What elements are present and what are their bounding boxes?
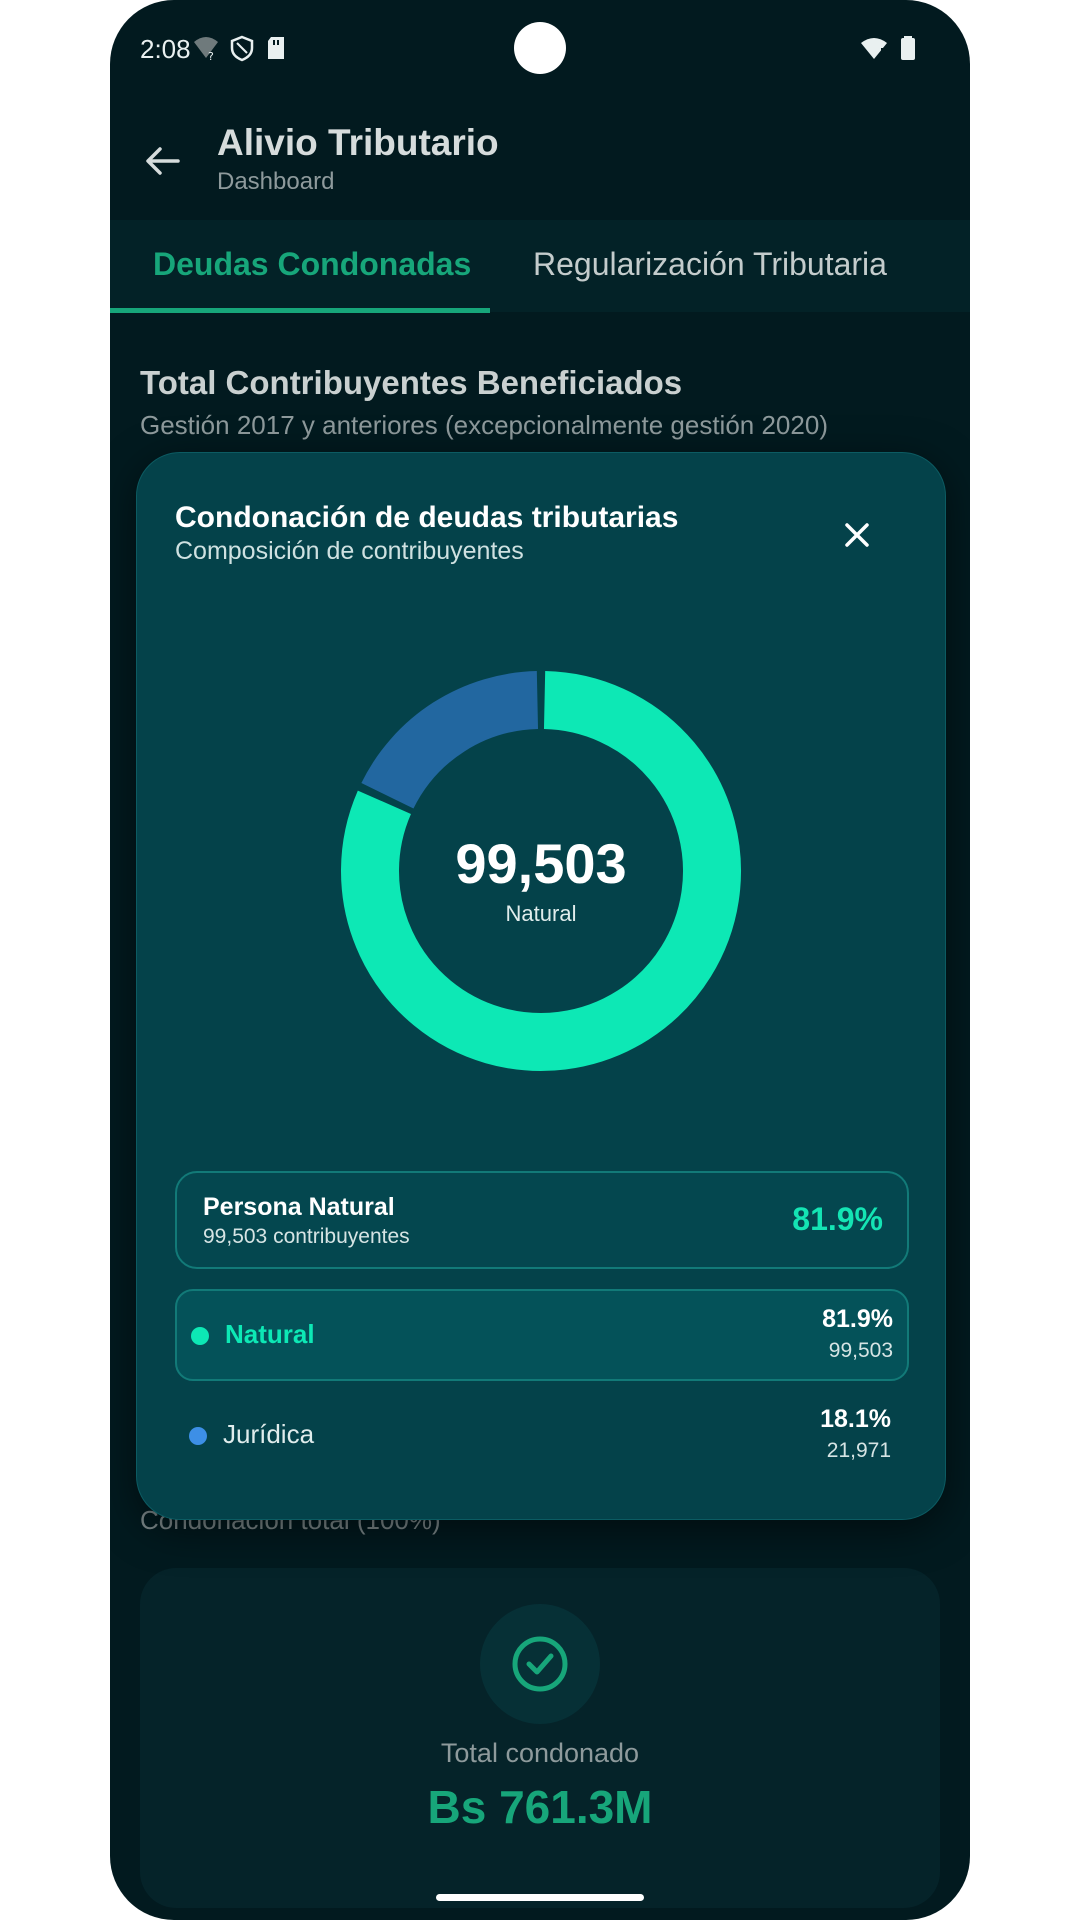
legend-item-natural[interactable]: Natural 81.9% 99,503 [175, 1289, 909, 1381]
svg-text:?: ? [208, 50, 214, 62]
battery-icon [901, 36, 915, 60]
total-label: Total condonado [440, 1738, 640, 1768]
status-time: 2:08 [140, 34, 191, 64]
summary-name: Persona Natural [203, 1193, 395, 1221]
legend-percent: 18.1% [820, 1405, 891, 1433]
arrow-back-icon[interactable] [140, 138, 186, 184]
legend-dot-juridica [189, 1427, 207, 1445]
wifi-icon [861, 38, 887, 59]
tab-regularizacion-tributaria[interactable]: Regularización Tributaria [533, 246, 887, 283]
section-title: Total Contribuyentes Beneficiados [140, 364, 683, 401]
legend-count: 99,503 [828, 1339, 893, 1362]
tab-bar: Deudas Condonadas Regularización Tributa… [110, 220, 970, 313]
summary-count: 99,503 contribuyentes [203, 1225, 410, 1248]
dialog-title: Condonación de deudas tributarias [175, 501, 679, 534]
status-bar: 2:08 ? [110, 0, 970, 100]
donut-center-value: 99,503 [455, 832, 627, 895]
close-icon[interactable] [837, 515, 877, 555]
app-subtitle: Dashboard [217, 168, 335, 195]
phone-screen: 2:08 ? Alivio Tributario Dashboard Deuda… [110, 0, 970, 1920]
legend-dot-natural [191, 1327, 209, 1345]
legend-name: Natural [225, 1319, 315, 1349]
composition-dialog: Condonación de deudas tributarias Compos… [136, 452, 946, 1520]
dialog-subtitle: Composición de contribuyentes [175, 537, 524, 565]
legend-count: 21,971 [826, 1439, 891, 1462]
wifi-unknown-icon: ? [194, 37, 218, 62]
home-indicator[interactable] [436, 1894, 644, 1901]
app-bar: Alivio Tributario Dashboard [110, 100, 970, 220]
camera-cutout [514, 22, 566, 74]
donut-center-label: Natural [505, 901, 577, 926]
app-title: Alivio Tributario [217, 122, 499, 163]
check-circle-badge [480, 1604, 600, 1724]
tab-indicator [110, 308, 490, 313]
total-value: Bs 761.3M [427, 1781, 653, 1833]
tab-deudas-condonadas[interactable]: Deudas Condonadas [153, 246, 471, 283]
section-subtitle: Gestión 2017 y anteriores (excepcionalme… [140, 410, 828, 440]
legend-percent: 81.9% [822, 1305, 893, 1333]
legend-item-juridica[interactable]: Jurídica 18.1% 21,971 [175, 1391, 905, 1479]
shield-icon [230, 35, 254, 62]
summary-percent: 81.9% [792, 1201, 883, 1237]
legend-name: Jurídica [223, 1419, 315, 1449]
check-circle-icon [512, 1636, 568, 1692]
total-condonado-card: Total condonado Bs 761.3M [140, 1568, 940, 1908]
donut-slice-jurídica[interactable] [361, 671, 539, 810]
sd-card-icon [268, 37, 284, 59]
selected-summary-card: Persona Natural 99,503 contribuyentes 81… [175, 1171, 909, 1269]
